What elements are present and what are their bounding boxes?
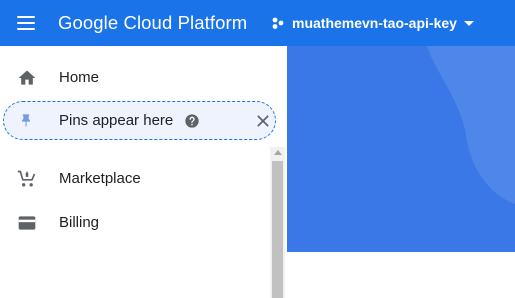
nav-item-label: Billing — [59, 214, 100, 231]
top-bar: Google Cloud Platform muathemevn-tao-api… — [0, 0, 515, 46]
app-title[interactable]: Google Cloud Platform — [58, 12, 247, 34]
cart-icon — [17, 170, 36, 187]
pins-placeholder: Pins appear here — [3, 101, 276, 140]
home-icon — [18, 70, 36, 85]
scroll-thumb[interactable] — [272, 161, 283, 298]
main-background-panel — [287, 46, 515, 252]
pin-icon — [22, 114, 30, 127]
close-icon[interactable] — [255, 113, 271, 129]
help-icon[interactable] — [184, 113, 200, 129]
pins-label: Pins appear here — [59, 112, 174, 129]
nav-item-label: Home — [59, 69, 100, 86]
nav-item-label: Marketplace — [59, 170, 141, 187]
billing-icon — [18, 216, 36, 230]
background-wave — [287, 46, 515, 252]
project-dots-icon — [272, 17, 284, 29]
scroll-up-arrow-icon[interactable] — [274, 150, 282, 155]
caret-down-icon — [463, 20, 474, 26]
sidebar-scrollbar[interactable] — [270, 147, 285, 298]
nav-sidebar: Home Pins appear here Marketplace Billin… — [0, 46, 287, 298]
nav-item-marketplace[interactable]: Marketplace — [0, 159, 270, 199]
project-selector[interactable]: muathemevn-tao-api-key — [272, 13, 474, 33]
nav-item-billing[interactable]: Billing — [0, 203, 270, 243]
project-name: muathemevn-tao-api-key — [292, 15, 457, 31]
nav-item-home[interactable]: Home — [0, 58, 270, 98]
menu-icon[interactable] — [17, 14, 37, 32]
